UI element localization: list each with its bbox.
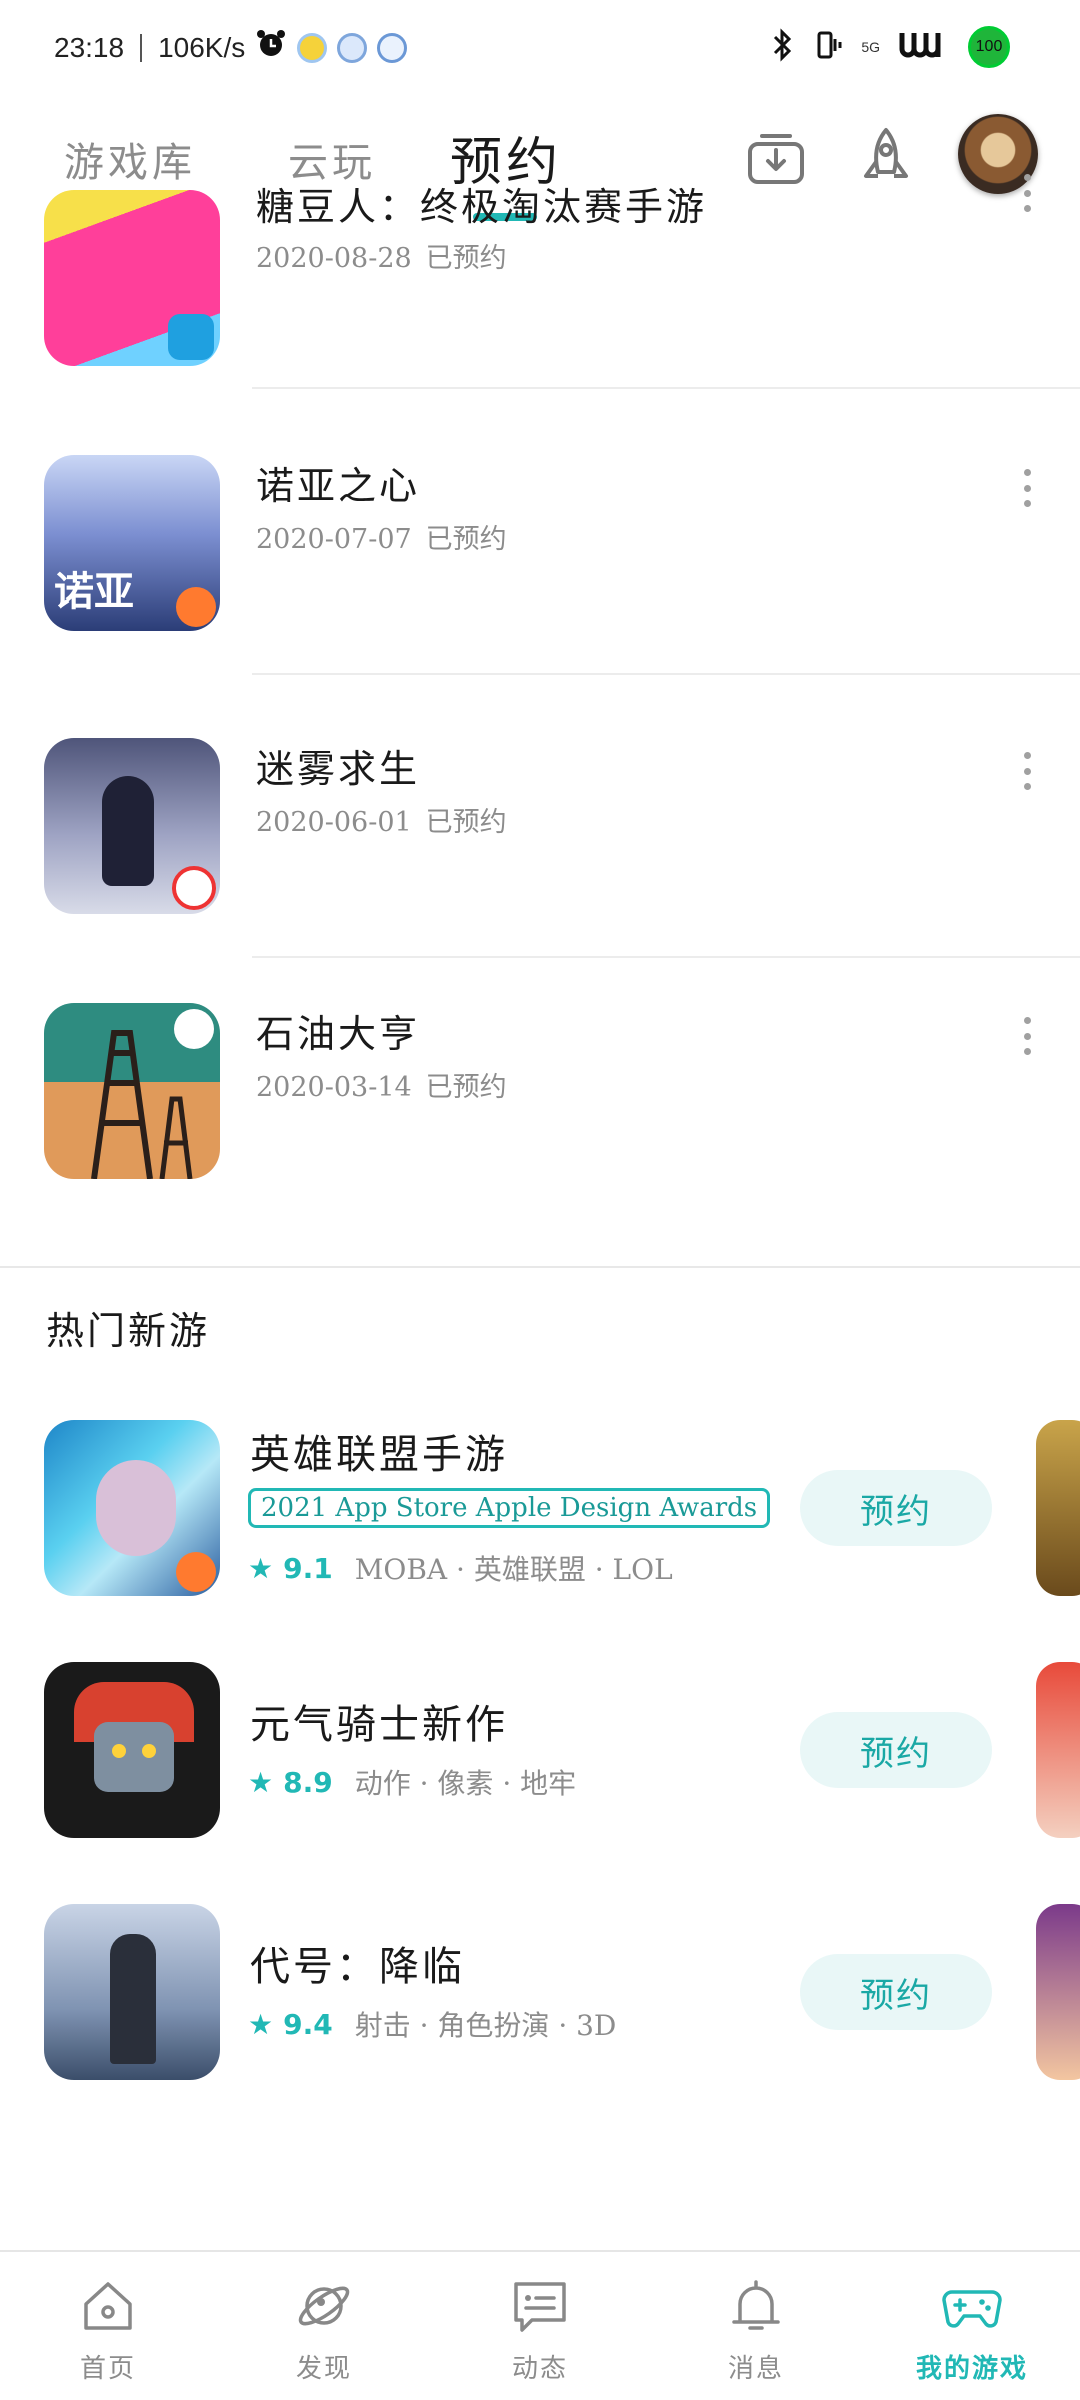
more-button[interactable] — [1012, 463, 1042, 513]
carousel-peek-card[interactable] — [1036, 1420, 1080, 1596]
reserve-status: 已预约 — [425, 524, 507, 555]
game-title: 元气骑士新作 — [250, 1702, 508, 1748]
reserve-date: 2020-08-28 — [256, 243, 412, 274]
reserve-meta: 2020-07-07 已预约 — [256, 517, 507, 556]
speed-up-button[interactable] — [846, 118, 926, 198]
nav-feed[interactable]: 动态 — [432, 2252, 648, 2400]
reserve-button[interactable]: 预约 — [800, 1954, 992, 2030]
carousel-peek-card[interactable] — [1036, 1662, 1080, 1838]
noah-heart-icon: 诺亚 — [44, 455, 220, 631]
nav-label: 我的游戏 — [915, 2354, 1028, 2384]
tab-game-library[interactable]: 游戏库 — [64, 130, 196, 188]
carousel-peek-card[interactable] — [1036, 1904, 1080, 2080]
row-divider — [252, 387, 1080, 389]
vibrate-icon — [815, 27, 843, 68]
status-separator — [140, 33, 143, 62]
nav-label: 首页 — [79, 2354, 136, 2384]
download-icon — [748, 134, 804, 184]
oil-tycoon-icon — [44, 1003, 220, 1179]
list-item[interactable]: 糖豆人：终极淘汰赛手游 2020-08-28 已预约 — [0, 174, 1080, 455]
star-icon: ★ — [248, 2007, 274, 2041]
game-title: 迷雾求生 — [256, 747, 421, 791]
download-button[interactable] — [736, 118, 816, 198]
more-button[interactable] — [1012, 1011, 1042, 1061]
list-item[interactable]: 诺亚 诺亚之心 2020-07-07 已预约 — [0, 455, 1080, 720]
bell-icon — [732, 2280, 780, 2330]
row-divider — [252, 956, 1080, 958]
section-title-hot-games: 热门新游 — [46, 1309, 211, 1353]
battery-icon: 100 — [968, 26, 1010, 68]
game-title: 石油大亨 — [256, 1012, 421, 1056]
home-icon — [84, 2282, 132, 2330]
status-speed: 106K/s — [158, 31, 246, 63]
reserve-status: 已预约 — [425, 243, 507, 274]
game-meta: ★ 9.4 射击 · 角色扮演 · 3D — [248, 2004, 616, 2044]
more-button[interactable] — [1012, 168, 1042, 218]
nav-label: 发现 — [295, 2354, 352, 2384]
soul-knight-icon — [44, 1662, 220, 1838]
status-left: 23:18 106K/s — [54, 28, 408, 67]
list-item[interactable]: 迷雾求生 2020-06-01 已预约 — [0, 738, 1080, 1003]
section-divider — [0, 1266, 1080, 1268]
bottom-navigation: 首页 发现 动态 消息 我的游戏 — [0, 2250, 1080, 2400]
mist-survival-icon — [44, 738, 220, 914]
chat-icon — [514, 2282, 566, 2332]
status-time: 23:18 — [54, 31, 125, 63]
game-tags: MOBA · 英雄联盟 · LOL — [354, 1553, 673, 1586]
game-meta: ★ 8.9 动作 · 像素 · 地牢 — [248, 1762, 576, 1802]
rating-score: 9.4 — [283, 2007, 333, 2041]
game-title: 代号：降临 — [250, 1944, 465, 1990]
nav-messages[interactable]: 消息 — [648, 2252, 864, 2400]
rating-score: 8.9 — [283, 1765, 333, 1799]
more-button[interactable] — [1012, 746, 1042, 796]
lol-mobile-icon — [44, 1420, 220, 1596]
list-item[interactable]: 代号：降临 ★ 9.4 射击 · 角色扮演 · 3D 预约 — [0, 1904, 1080, 2104]
codename-descent-icon — [44, 1904, 220, 2080]
list-item[interactable]: 元气骑士新作 ★ 8.9 动作 · 像素 · 地牢 预约 — [0, 1662, 1080, 1862]
row-divider — [252, 673, 1080, 675]
reserve-button[interactable]: 预约 — [800, 1712, 992, 1788]
nav-discover[interactable]: 发现 — [216, 2252, 432, 2400]
reserve-meta: 2020-06-01 已预约 — [256, 800, 507, 839]
reserve-date: 2020-03-14 — [256, 1072, 412, 1103]
reserve-status: 已预约 — [425, 807, 507, 838]
alarm-icon — [255, 28, 287, 67]
star-icon: ★ — [248, 1551, 274, 1585]
list-item[interactable]: 石油大亨 2020-03-14 已预约 — [0, 1003, 1080, 1268]
game-meta: ★ 9.1 MOBA · 英雄联盟 · LOL — [248, 1548, 673, 1588]
planet-icon — [298, 2286, 350, 2326]
game-title: 英雄联盟手游 — [250, 1432, 508, 1478]
notification-icon — [297, 32, 328, 63]
status-right: 5G 100 — [769, 26, 1010, 68]
nav-label: 动态 — [511, 2354, 568, 2384]
reserve-date: 2020-07-07 — [256, 524, 412, 555]
reserve-button[interactable]: 预约 — [800, 1470, 992, 1546]
notification-icon — [337, 32, 368, 63]
nav-label: 消息 — [727, 2354, 784, 2384]
reserve-meta: 2020-03-14 已预约 — [256, 1065, 507, 1104]
gamepad-icon — [942, 2290, 1002, 2328]
game-title: 诺亚之心 — [256, 464, 421, 508]
rocket-icon — [864, 128, 908, 178]
fall-guys-icon — [44, 190, 220, 366]
list-item[interactable]: 英雄联盟手游 2021 App Store Apple Design Award… — [0, 1420, 1080, 1620]
game-title: 糖豆人：终极淘汰赛手游 — [256, 185, 708, 229]
signal-5g-label: 5G — [861, 39, 880, 55]
game-tags: 射击 · 角色扮演 · 3D — [354, 2009, 617, 2042]
reserve-date: 2020-06-01 — [256, 807, 412, 838]
game-tags: 动作 · 像素 · 地牢 — [354, 1767, 577, 1800]
status-bar: 23:18 106K/s 5G 100 — [0, 0, 1080, 100]
signal-icon — [898, 29, 950, 66]
bluetooth-icon — [769, 27, 797, 68]
nav-home[interactable]: 首页 — [0, 2252, 216, 2400]
rating-score: 9.1 — [283, 1551, 333, 1585]
award-badge: 2021 App Store Apple Design Awards — [248, 1488, 771, 1528]
reserve-status: 已预约 — [425, 1072, 507, 1103]
notification-icon — [377, 32, 408, 63]
reserve-meta: 2020-08-28 已预约 — [256, 236, 507, 275]
star-icon: ★ — [248, 1765, 274, 1799]
nav-my-games[interactable]: 我的游戏 — [864, 2252, 1080, 2400]
